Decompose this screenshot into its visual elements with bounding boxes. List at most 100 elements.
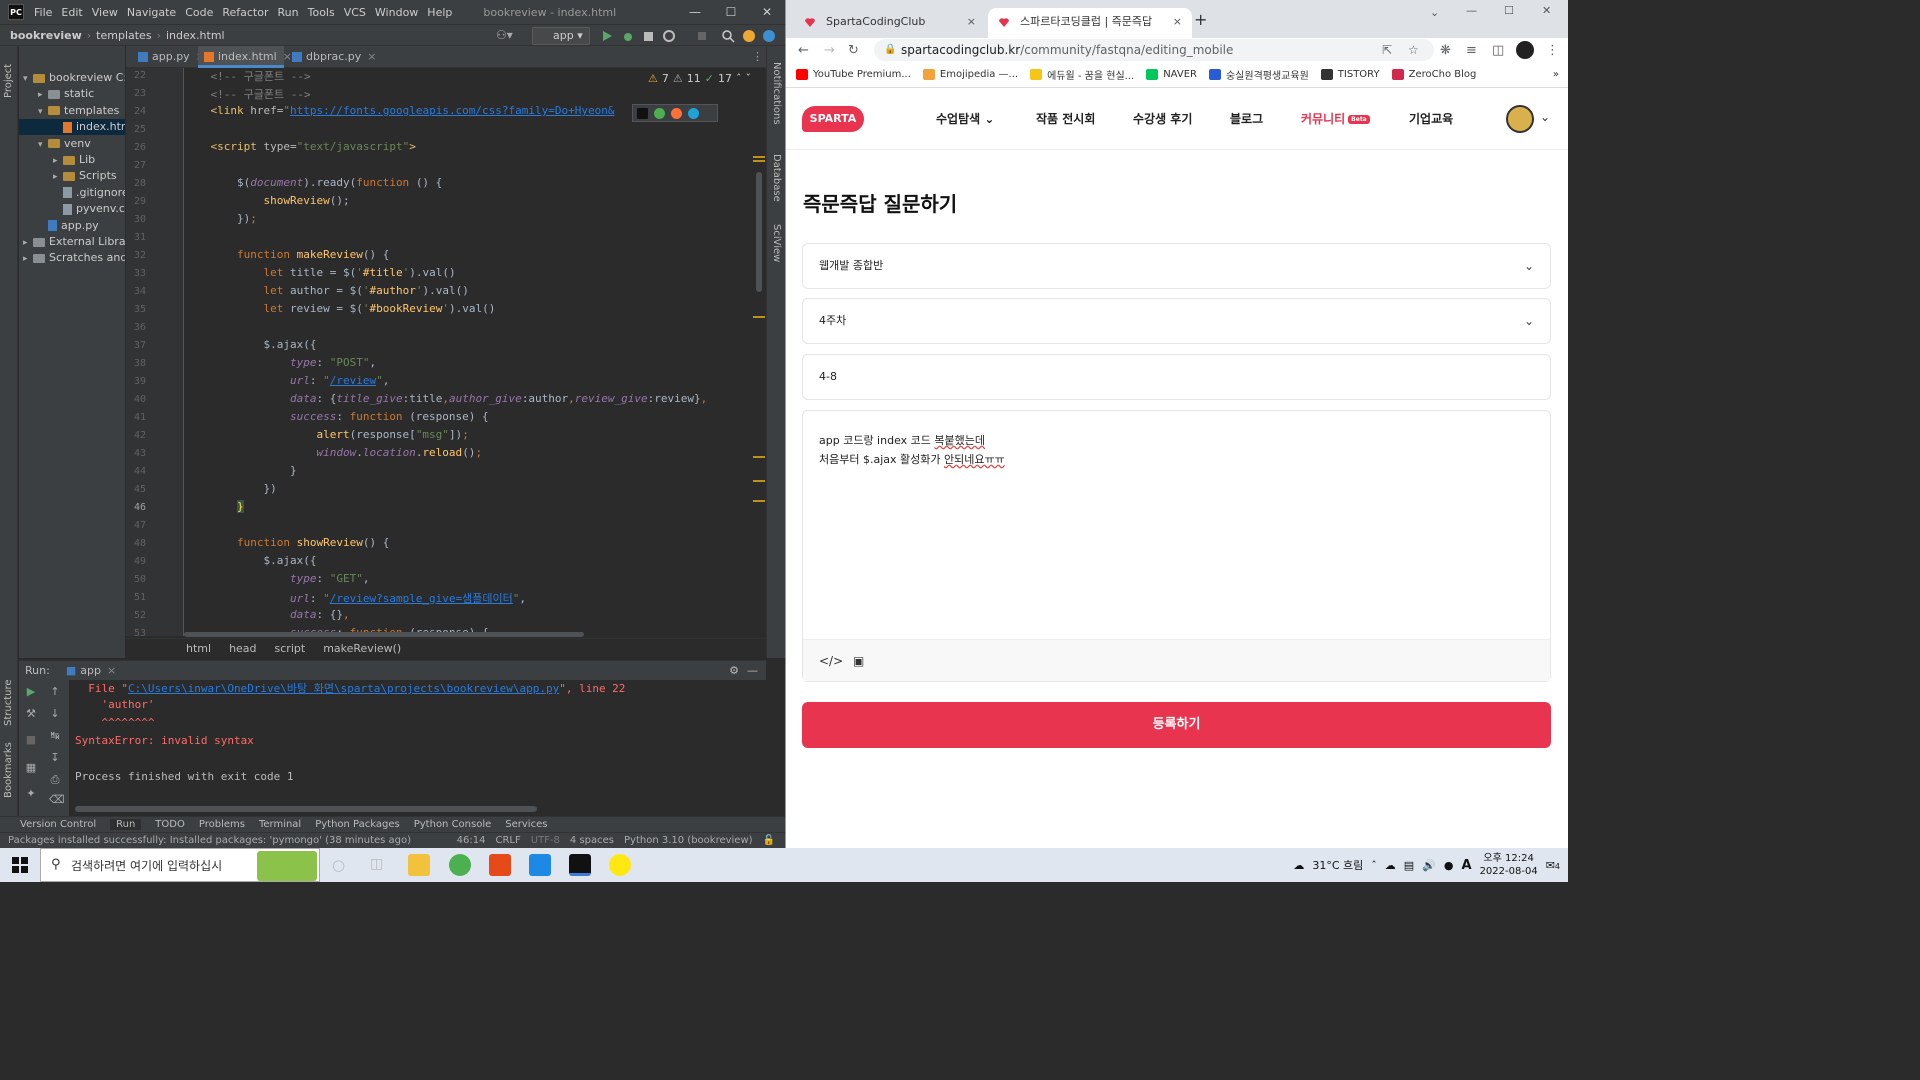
chevron-icon[interactable]: ▾ — [38, 104, 48, 120]
breadcrumb-project[interactable]: bookreview — [10, 29, 82, 42]
close-icon[interactable]: ✕ — [749, 0, 785, 24]
tab-version-control[interactable]: Version Control — [20, 819, 96, 830]
file-explorer-icon[interactable] — [408, 854, 430, 876]
tab-python-packages[interactable]: Python Packages — [315, 819, 400, 830]
menu-vcs[interactable]: VCS — [344, 6, 366, 19]
rerun-icon[interactable]: ▶ — [25, 686, 37, 698]
maximize-icon[interactable]: ☐ — [1504, 4, 1514, 17]
database-tool-button[interactable]: Database — [771, 154, 782, 202]
tree-item[interactable]: ▾ templates — [19, 103, 125, 119]
sciview-tool-button[interactable]: SciView — [771, 224, 782, 262]
edge-icon[interactable] — [688, 107, 699, 119]
editor-hscrollbar[interactable] — [184, 632, 584, 637]
chevron-up-icon[interactable]: ˆ — [1371, 859, 1377, 872]
error-stripe-marker[interactable] — [753, 156, 765, 158]
nav-blog[interactable]: 블로그 — [1230, 110, 1263, 127]
debug-icon[interactable] — [621, 29, 635, 43]
chevron-icon[interactable]: ▸ — [53, 153, 63, 169]
tab-close-icon[interactable]: × — [107, 664, 116, 677]
office-icon[interactable] — [489, 854, 511, 876]
menu-window[interactable]: Window — [375, 6, 418, 19]
tree-item[interactable]: ▸ Scripts — [19, 168, 125, 184]
lock-icon[interactable]: 🔓 — [763, 835, 775, 846]
back-icon[interactable]: ← — [798, 43, 809, 58]
run-console[interactable]: File "C:\Users\inwar\OneDrive\바탕 화면\spar… — [69, 680, 766, 816]
chevron-icon[interactable]: ▾ — [38, 137, 48, 153]
scroll-to-end-icon[interactable]: ↧ — [49, 752, 61, 764]
extensions-icon[interactable]: ❋ — [1440, 43, 1451, 58]
submit-button[interactable]: 등록하기 — [802, 702, 1551, 748]
lock-icon[interactable]: 🔒 — [884, 39, 896, 61]
user-avatar[interactable] — [1506, 105, 1534, 133]
structure-tool-button[interactable]: Structure — [3, 679, 14, 726]
breadcrumb-file[interactable]: index.html — [166, 29, 225, 42]
code-block-icon[interactable]: </> — [819, 654, 843, 668]
menu-edit[interactable]: Edit — [61, 6, 82, 19]
reading-list-icon[interactable]: ≡ — [1466, 43, 1477, 58]
profile-icon[interactable] — [662, 29, 676, 43]
tree-item[interactable]: ▾ venv — [19, 136, 125, 152]
menu-refactor[interactable]: Refactor — [222, 6, 268, 19]
tab-dbprac-py[interactable]: dbprac.py × — [286, 46, 376, 68]
menu-file[interactable]: File — [34, 6, 52, 19]
tree-item[interactable]: index.htm — [19, 119, 125, 136]
tab-close-icon[interactable]: × — [1173, 8, 1182, 36]
more-bookmarks-icon[interactable]: » — [1553, 69, 1559, 80]
chevron-up-icon[interactable]: ˆ — [736, 72, 742, 85]
error-stripe-marker[interactable] — [753, 160, 765, 162]
tab-problems[interactable]: Problems — [199, 819, 245, 830]
update-icon[interactable] — [742, 29, 756, 43]
address-bar[interactable]: 🔒 spartacodingclub.kr/community/fastqna/… — [874, 39, 1434, 61]
task-view-icon[interactable]: ◫ — [370, 856, 383, 872]
gear-icon[interactable]: ⚙ — [729, 664, 739, 677]
windows-start-icon[interactable] — [12, 857, 28, 873]
print-icon[interactable]: ⎙ — [49, 774, 61, 786]
kakaotalk-icon[interactable] — [609, 854, 631, 876]
chevron-down-icon[interactable]: ˇ — [745, 72, 751, 85]
bookmark-naver[interactable]: NAVER — [1146, 69, 1197, 80]
chrome-icon[interactable] — [449, 854, 471, 876]
tab-app-py[interactable]: app.py× — [132, 46, 205, 68]
menu-help[interactable]: Help — [427, 6, 452, 19]
pin-icon[interactable]: ✦ — [25, 788, 37, 800]
onedrive-icon[interactable]: ☁ — [1385, 859, 1396, 872]
chevron-icon[interactable]: ▸ — [23, 235, 33, 251]
python-interpreter[interactable]: Python 3.10 (bookreview) — [624, 835, 753, 846]
editor-vscrollbar[interactable] — [756, 172, 762, 292]
tab-terminal[interactable]: Terminal — [259, 819, 301, 830]
file-encoding[interactable]: UTF-8 — [531, 835, 560, 846]
sparta-logo[interactable]: SPARTA — [802, 106, 864, 132]
menu-code[interactable]: Code — [185, 6, 213, 19]
taskbar-search-box[interactable]: ⚲ 검색하려면 여기에 입력하십시 — [40, 848, 320, 882]
notification-icon[interactable]: ✉4 — [1546, 859, 1560, 872]
clock[interactable]: 오후 12:24 2022-08-04 — [1480, 852, 1538, 878]
nav-reviews[interactable]: 수강생 후기 — [1133, 110, 1192, 127]
run-config-select[interactable]: app ▾ — [532, 27, 590, 45]
crumb-head[interactable]: head — [229, 642, 256, 655]
menu-run[interactable]: Run — [278, 6, 299, 19]
pycharm-icon[interactable] — [569, 854, 591, 876]
weather-text[interactable]: 31°C 흐림 — [1312, 857, 1363, 873]
week-select[interactable]: 4주차 ⌄ — [802, 298, 1551, 344]
course-select[interactable]: 웹개발 종합반 ⌄ — [802, 243, 1551, 289]
soft-wrap-icon[interactable]: ↹ — [49, 730, 61, 742]
bookmark-tistory[interactable]: TISTORY — [1320, 69, 1380, 80]
menu-view[interactable]: View — [92, 6, 118, 19]
title-input[interactable]: 4-8 — [802, 354, 1551, 400]
bookmark-star-icon[interactable]: ☆ — [1408, 39, 1419, 61]
browser-tab-sparta[interactable]: SpartaCodingClub × — [794, 8, 986, 38]
inspection-widget[interactable]: ⚠ 7 ⚠ 11 ✓ 17 ˆˇ — [648, 72, 751, 85]
maximize-icon[interactable]: ☐ — [713, 0, 749, 24]
plugin-icon[interactable] — [762, 29, 776, 43]
side-panel-icon[interactable]: ◫ — [1492, 43, 1504, 58]
image-icon[interactable]: ▣ — [853, 654, 864, 668]
firefox-icon[interactable] — [671, 107, 682, 119]
reload-icon[interactable]: ↻ — [848, 43, 859, 58]
scroll-down-icon[interactable]: ↓ — [49, 708, 61, 720]
console-hscrollbar[interactable] — [75, 806, 537, 812]
tree-item[interactable]: pyvenv.cfg — [19, 201, 125, 217]
code-editor[interactable]: <!-- 구글폰트 --> <!-- 구글폰트 --> <link href="… — [184, 68, 766, 636]
tab-index-html[interactable]: index.html × — [198, 46, 292, 68]
browser-tab-fastqna[interactable]: 스파르타코딩클럽 | 즉문즉답 × — [988, 8, 1192, 38]
console-file-link[interactable]: C:\Users\inwar\OneDrive\바탕 화면\sparta\pro… — [128, 682, 559, 695]
